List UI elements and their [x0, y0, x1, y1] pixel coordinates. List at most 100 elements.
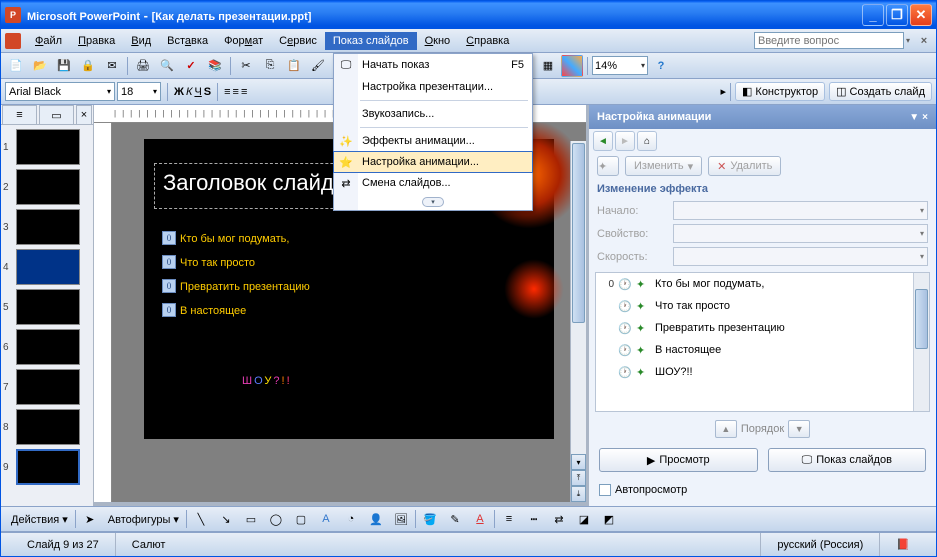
- body-line[interactable]: 0Кто бы мог подумать,: [162, 229, 289, 245]
- thumbnail-7[interactable]: 7: [3, 369, 91, 405]
- vertical-scrollbar[interactable]: ▾ ⤒ ⤓: [570, 141, 586, 502]
- select-tool[interactable]: ➤: [79, 508, 101, 530]
- taskpane-dropdown-icon[interactable]: ▼: [909, 112, 919, 123]
- menu-animation-schemes[interactable]: ✨Эффекты анимации...: [334, 130, 532, 152]
- shadow-button[interactable]: S: [204, 86, 211, 98]
- clipart-tool[interactable]: 👤: [365, 508, 387, 530]
- document-icon[interactable]: [5, 33, 21, 49]
- bold-button[interactable]: Ж: [174, 86, 184, 98]
- autopreview-checkbox[interactable]: [599, 484, 611, 496]
- actions-menu[interactable]: Действия ▾: [7, 513, 72, 526]
- taskpane-forward-button[interactable]: ►: [615, 131, 635, 151]
- slideshow-button[interactable]: 🖵 Показ слайдов: [768, 448, 927, 472]
- research-button[interactable]: 📚: [204, 55, 226, 77]
- font-color-tool[interactable]: A: [469, 508, 491, 530]
- show-text[interactable]: ШОУ?!!: [242, 349, 292, 394]
- expand-toolbar-icon[interactable]: ▸: [720, 85, 726, 98]
- dash-style-tool[interactable]: ┅: [523, 508, 545, 530]
- property-select[interactable]: [673, 224, 928, 243]
- start-select[interactable]: [673, 201, 928, 220]
- align-center-button[interactable]: ≡: [233, 86, 239, 98]
- list-scrollbar[interactable]: [913, 273, 929, 411]
- thumbnail-1[interactable]: 1: [3, 129, 91, 165]
- close-thumbnails-button[interactable]: ×: [76, 105, 92, 124]
- scrollbar-thumb[interactable]: [572, 143, 585, 323]
- line-style-tool[interactable]: ≡: [498, 508, 520, 530]
- menu-format[interactable]: Формат: [216, 32, 271, 50]
- wordart-tool[interactable]: A: [315, 508, 337, 530]
- add-effect-icon-button[interactable]: ✦: [597, 156, 619, 176]
- change-effect-button[interactable]: Изменить ▾: [625, 156, 702, 176]
- maximize-button[interactable]: ❐: [886, 4, 908, 26]
- status-language[interactable]: русский (Россия): [761, 533, 880, 556]
- speed-select[interactable]: [673, 247, 928, 266]
- autoshapes-menu[interactable]: Автофигуры ▾: [104, 513, 183, 526]
- arrow-style-tool[interactable]: ⇄: [548, 508, 570, 530]
- zoom-select[interactable]: 14%: [592, 56, 648, 75]
- picture-tool[interactable]: 🖼: [390, 508, 412, 530]
- line-tool[interactable]: ╲: [190, 508, 212, 530]
- next-slide-button[interactable]: ⤓: [571, 486, 586, 502]
- preview-button[interactable]: ▶ Просмотр: [599, 448, 758, 472]
- menu-view[interactable]: Вид: [123, 32, 159, 50]
- menu-record-narration[interactable]: Звукозапись...: [334, 103, 532, 125]
- font-name-select[interactable]: Arial Black: [5, 82, 115, 101]
- color-button[interactable]: [561, 55, 583, 77]
- move-down-button[interactable]: ▼: [788, 420, 810, 438]
- menu-slide-transition[interactable]: ⇄Смена слайдов...: [334, 172, 532, 194]
- menu-start-show[interactable]: 🖵Начать показF5: [334, 54, 532, 76]
- thumbnail-8[interactable]: 8: [3, 409, 91, 445]
- diagram-tool[interactable]: ◔: [340, 508, 362, 530]
- thumbnail-5[interactable]: 5: [3, 289, 91, 325]
- menu-help[interactable]: Справка: [458, 32, 517, 50]
- animation-list[interactable]: 0🕐✦Кто бы мог подумать,🕐✦Что так просто🕐…: [595, 272, 930, 412]
- prev-slide-button[interactable]: ⤒: [571, 470, 586, 486]
- menu-insert[interactable]: Вставка: [159, 32, 216, 50]
- taskpane-close-icon[interactable]: ×: [922, 112, 928, 123]
- open-button[interactable]: 📂: [29, 55, 51, 77]
- scroll-down-icon[interactable]: ▾: [571, 454, 586, 470]
- menu-custom-animation[interactable]: ⭐Настройка анимации...: [333, 151, 533, 173]
- menu-edit[interactable]: Правка: [70, 32, 123, 50]
- vertical-ruler[interactable]: [94, 123, 112, 502]
- copy-button[interactable]: ⎘: [259, 55, 281, 77]
- menu-tools[interactable]: Сервис: [271, 32, 325, 50]
- format-painter-button[interactable]: 🖌: [307, 55, 329, 77]
- 3d-tool[interactable]: ◩: [598, 508, 620, 530]
- oval-tool[interactable]: ◯: [265, 508, 287, 530]
- designer-button[interactable]: ◧Конструктор: [735, 82, 825, 101]
- delete-effect-button[interactable]: ✕Удалить: [708, 156, 781, 176]
- taskpane-back-button[interactable]: ◄: [593, 131, 613, 151]
- arrow-tool[interactable]: ↘: [215, 508, 237, 530]
- new-button[interactable]: 📄: [5, 55, 27, 77]
- permission-button[interactable]: 🔒: [77, 55, 99, 77]
- shadow-tool[interactable]: ◪: [573, 508, 595, 530]
- fill-color-tool[interactable]: 🪣: [419, 508, 441, 530]
- font-size-select[interactable]: 18: [117, 82, 161, 101]
- underline-button[interactable]: Ч: [194, 86, 201, 98]
- italic-button[interactable]: К: [186, 86, 192, 98]
- body-line[interactable]: 0Что так просто: [162, 253, 255, 269]
- line-color-tool[interactable]: ✎: [444, 508, 466, 530]
- close-button[interactable]: ✕: [910, 4, 932, 26]
- animation-item[interactable]: 🕐✦ШОУ?!!: [596, 361, 929, 383]
- save-button[interactable]: 💾: [53, 55, 75, 77]
- menu-slideshow[interactable]: Показ слайдов: [325, 32, 417, 50]
- minimize-button[interactable]: _: [862, 4, 884, 26]
- thumbnail-6[interactable]: 6: [3, 329, 91, 365]
- move-up-button[interactable]: ▲: [715, 420, 737, 438]
- new-slide-button[interactable]: ◫Создать слайд: [829, 82, 932, 101]
- grid-button[interactable]: ▦: [537, 55, 559, 77]
- menu-expand-button[interactable]: ▾: [334, 194, 532, 210]
- outline-tab[interactable]: ≡: [2, 105, 37, 124]
- email-button[interactable]: ✉: [101, 55, 123, 77]
- animation-item[interactable]: 0🕐✦Кто бы мог подумать,: [596, 273, 929, 295]
- thumbnail-4[interactable]: 4: [3, 249, 91, 285]
- help-search[interactable]: [754, 32, 904, 49]
- rectangle-tool[interactable]: ▭: [240, 508, 262, 530]
- animation-item[interactable]: 🕐✦Превратить презентацию: [596, 317, 929, 339]
- paste-button[interactable]: 📋: [283, 55, 305, 77]
- thumbnail-9[interactable]: 9: [3, 449, 91, 485]
- cut-button[interactable]: ✂: [235, 55, 257, 77]
- close-document-button[interactable]: ×: [916, 33, 932, 49]
